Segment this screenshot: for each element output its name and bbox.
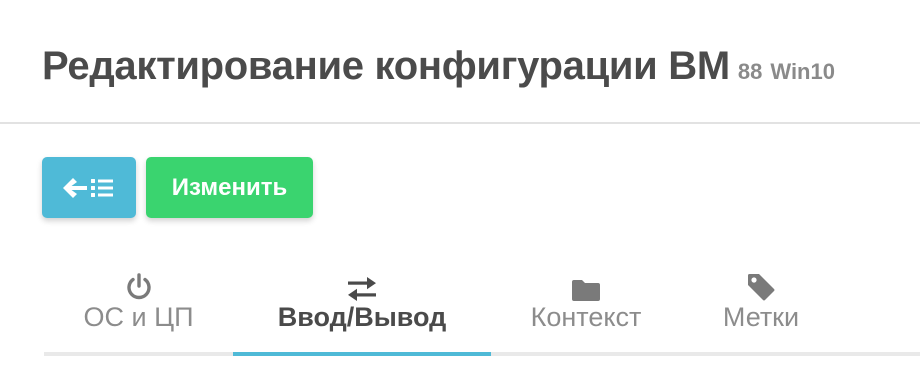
tab-os-cpu-label: ОС и ЦП [83, 302, 194, 332]
back-to-list-button[interactable] [42, 157, 136, 218]
folder-icon [572, 280, 600, 301]
tab-io[interactable]: Ввод/Вывод [233, 266, 491, 352]
tab-context[interactable]: Контекст [491, 266, 681, 352]
tab-context-label: Контекст [530, 302, 642, 332]
tab-os-cpu[interactable]: ОС и ЦП [44, 266, 233, 352]
tabs-bar: ОС и ЦП Ввод/Вывод Контекст Метки [44, 266, 920, 360]
vm-name: Win10 [770, 59, 835, 84]
vm-subtitle: 88 Win10 [738, 59, 835, 85]
exchange-arrows-icon [348, 277, 376, 301]
tab-io-label: Ввод/Вывод [277, 302, 447, 332]
edit-button[interactable]: Изменить [146, 157, 313, 218]
tab-labels-label: Метки [722, 302, 800, 332]
arrow-left-list-icon [63, 177, 113, 198]
page-title: Редактирование конфигурации ВМ [42, 44, 730, 88]
title-row: Редактирование конфигурации ВМ 88 Win10 [42, 44, 835, 89]
power-icon [126, 273, 151, 300]
tag-icon [748, 274, 775, 301]
active-tab-indicator [233, 352, 491, 356]
vm-id: 88 [737, 59, 763, 84]
page-header: Редактирование конфигурации ВМ 88 Win10 [0, 0, 920, 124]
tab-labels[interactable]: Метки [681, 266, 841, 352]
